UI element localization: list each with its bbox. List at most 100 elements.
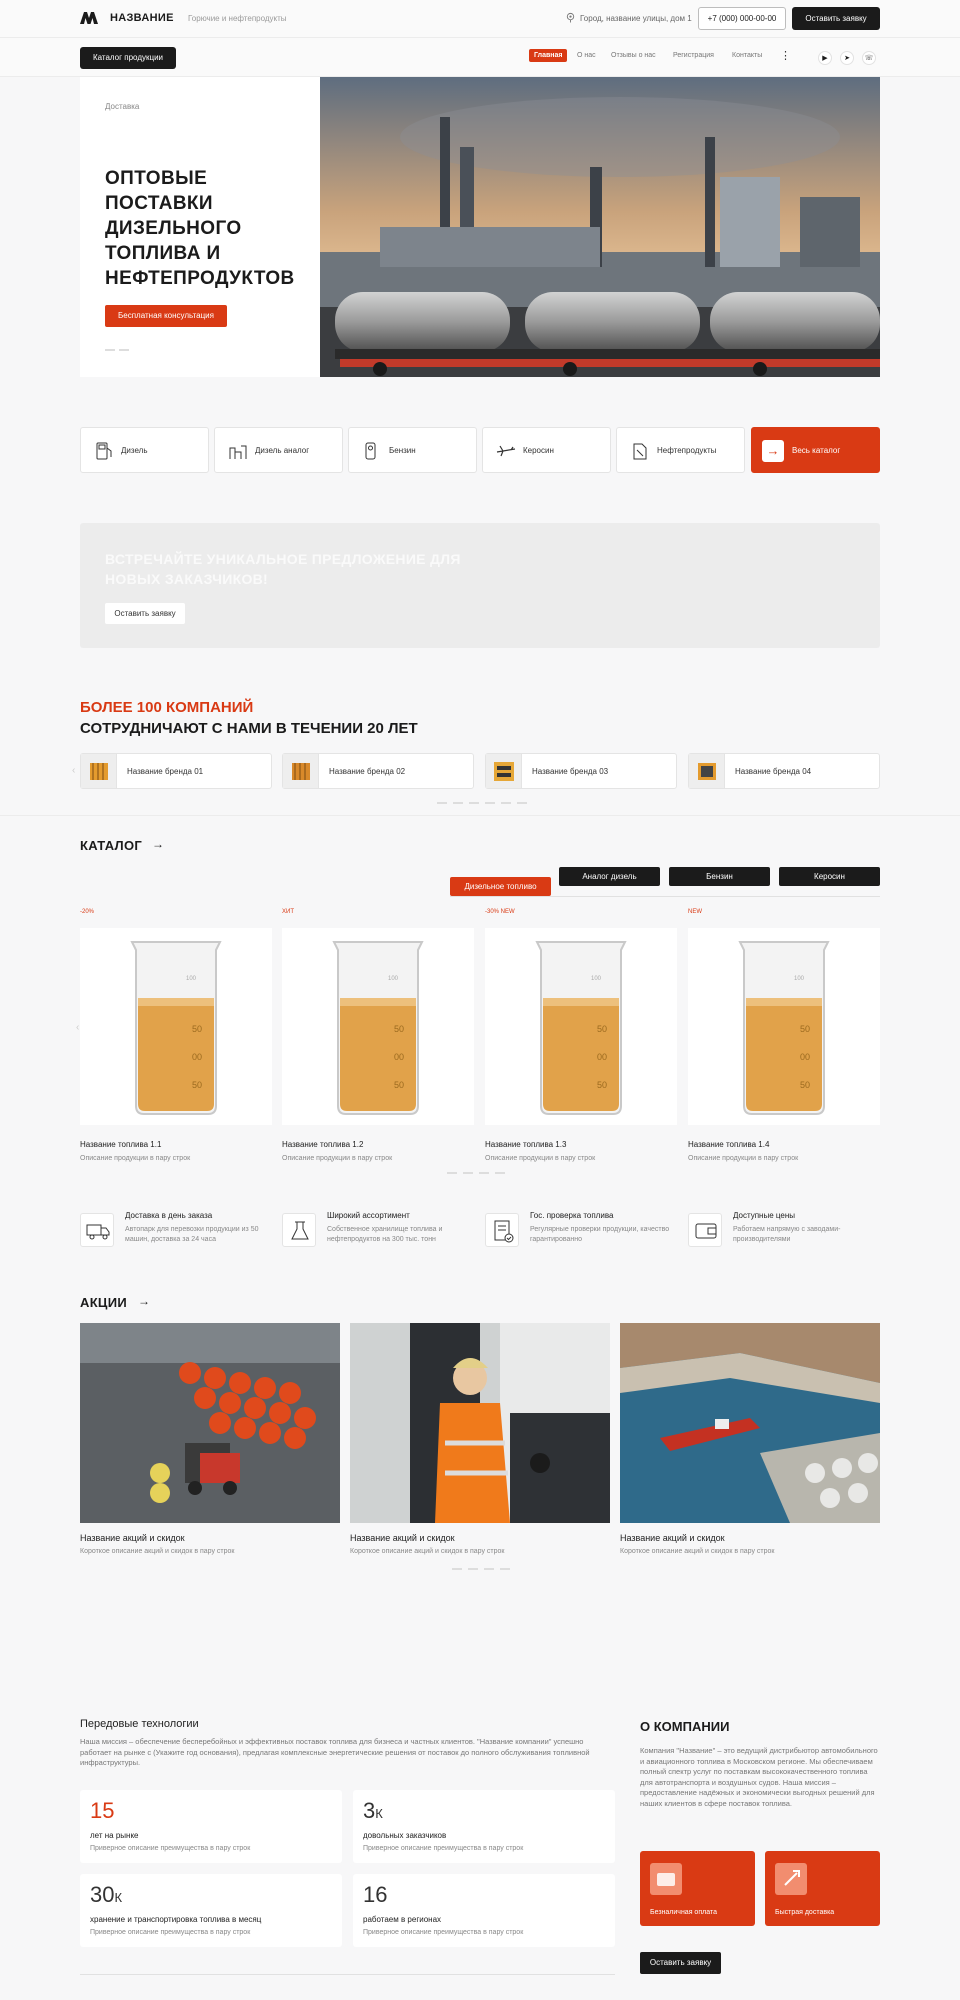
- category-label: Нефтепродукты: [657, 446, 717, 455]
- promo-title: ВСТРЕЧАЙТЕ УНИКАЛЬНОЕ ПРЕДЛОЖЕНИЕ ДЛЯ НО…: [105, 551, 461, 587]
- catalog-slider-dots[interactable]: [447, 1172, 511, 1174]
- product-image: 50 00 50 100: [282, 928, 474, 1125]
- action-name: Название акций и скидок: [80, 1533, 185, 1543]
- hero-crumb[interactable]: Доставка: [105, 102, 139, 111]
- document-check-icon: [485, 1213, 519, 1247]
- youtube-icon[interactable]: ▶: [818, 51, 832, 65]
- partners-slider-dots[interactable]: [437, 802, 533, 804]
- promo-request-button[interactable]: Оставить заявку: [105, 603, 185, 624]
- tab-diesel-analog[interactable]: Аналог дизель: [559, 867, 660, 886]
- actions-title[interactable]: АКЦИИ: [80, 1295, 127, 1310]
- brand-card[interactable]: Название бренда 02: [282, 753, 474, 789]
- arrow-right-icon[interactable]: →: [152, 837, 164, 851]
- stat-number: 15: [90, 1798, 115, 1823]
- nav-item-home[interactable]: Главная: [529, 49, 568, 62]
- category-petrol[interactable]: Бензин: [348, 427, 477, 473]
- whatsapp-icon[interactable]: ☏: [862, 51, 876, 65]
- product-badges: NEW: [688, 909, 702, 915]
- product-image: 50 00 50 100: [688, 928, 880, 1125]
- divider: [80, 1974, 615, 1975]
- phone-button[interactable]: +7 (000) 000-00-00: [698, 7, 786, 30]
- tech-title: Передовые технологии: [80, 1718, 199, 1730]
- stat-desc: Приверное описание преимущества в пару с…: [363, 1845, 524, 1852]
- feature-desc: Собственное хранилище топлива и нефтепро…: [327, 1226, 443, 1243]
- tab-diesel[interactable]: Дизельное топливо: [450, 877, 551, 896]
- feature-title: Гос. проверка топлива: [530, 1211, 614, 1220]
- consultation-button[interactable]: Бесплатная консультация: [105, 305, 227, 327]
- location-pin-icon: [566, 12, 575, 23]
- more-menu-icon[interactable]: ⋮: [780, 49, 791, 62]
- catalog-menu-button[interactable]: Каталог продукции: [80, 47, 176, 69]
- category-diesel-analog[interactable]: Дизель аналог: [214, 427, 343, 473]
- category-label: Дизель: [121, 446, 148, 455]
- hero-title: ОПТОВЫЕ ПОСТАВКИ ДИЗЕЛЬНОГО ТОПЛИВА И НЕ…: [105, 168, 295, 289]
- product-name: Название топлива 1.3: [485, 1140, 567, 1149]
- about-title: О КОМПАНИИ: [640, 1719, 730, 1734]
- feature-desc: Регулярные проверки продукции, качество …: [530, 1226, 670, 1243]
- svg-text:50: 50: [394, 1080, 404, 1090]
- feature-title: Широкий ассортимент: [327, 1211, 410, 1220]
- fast-delivery-card[interactable]: Быстрая доставка: [765, 1851, 880, 1926]
- svg-text:00: 00: [192, 1052, 202, 1062]
- product-desc: Описание продукции в пару строк: [282, 1155, 393, 1162]
- arrow-right-icon[interactable]: →: [138, 1294, 150, 1308]
- all-catalog-button[interactable]: → Весь каталог: [751, 427, 880, 473]
- svg-text:50: 50: [597, 1024, 607, 1034]
- product-name: Название топлива 1.4: [688, 1140, 770, 1149]
- feature-title: Доступные цены: [733, 1211, 795, 1220]
- product-image: 50 00 50 100: [485, 928, 677, 1125]
- action-desc: Короткое описание акций и скидок в пару …: [80, 1548, 235, 1555]
- category-label: Керосин: [523, 446, 554, 455]
- stat-desc: Приверное описание преимущества в пару с…: [90, 1929, 251, 1936]
- actions-slider-dots[interactable]: [452, 1568, 516, 1570]
- about-request-button[interactable]: Оставить заявку: [640, 1952, 721, 1974]
- svg-text:00: 00: [800, 1052, 810, 1062]
- brand-card[interactable]: Название бренда 01: [80, 753, 272, 789]
- feature-desc: Работаем напрямую с заводами-производите…: [733, 1226, 841, 1243]
- partners-title-red: БОЛЕЕ 100 КОМПАНИЙ: [80, 699, 254, 716]
- stat-desc: Приверное описание преимущества в пару с…: [363, 1929, 524, 1936]
- nav-item-contacts[interactable]: Контакты: [732, 52, 762, 59]
- category-diesel[interactable]: Дизель: [80, 427, 209, 473]
- tab-petrol[interactable]: Бензин: [669, 867, 770, 886]
- action-desc: Короткое описание акций и скидок в пару …: [620, 1548, 775, 1555]
- logo-name[interactable]: НАЗВАНИЕ: [110, 12, 174, 24]
- action-name: Название акций и скидок: [350, 1533, 455, 1543]
- tab-kerosene[interactable]: Керосин: [779, 867, 880, 886]
- brand-card[interactable]: Название бренда 04: [688, 753, 880, 789]
- product-image: 50 00 50 100: [80, 928, 272, 1125]
- divider: [0, 815, 960, 816]
- logo-icon[interactable]: [80, 12, 98, 24]
- nav-item-reviews[interactable]: Отзывы о нас: [611, 52, 656, 59]
- svg-text:50: 50: [192, 1080, 202, 1090]
- brand-card[interactable]: Название бренда 03: [485, 753, 677, 789]
- category-oil-products[interactable]: Нефтепродукты: [616, 427, 745, 473]
- slider-prev-icon[interactable]: ‹: [76, 1022, 79, 1033]
- arrow-right-icon: →: [762, 440, 784, 462]
- truck-icon: [80, 1213, 114, 1247]
- slider-prev-icon[interactable]: ‹: [72, 765, 75, 776]
- telegram-icon[interactable]: ➤: [840, 51, 854, 65]
- hero-slider-dots[interactable]: [105, 348, 135, 352]
- address-text: Город, название улицы, дом 1: [580, 14, 692, 23]
- feature-desc: Автопарк для перевозки продукции из 50 м…: [125, 1226, 259, 1243]
- nav-item-about[interactable]: О нас: [577, 52, 596, 59]
- tabs-divider: [450, 896, 880, 897]
- brand-name: Название бренда 02: [329, 767, 406, 776]
- brand-name: Название бренда 04: [735, 767, 812, 776]
- svg-text:100: 100: [794, 976, 805, 982]
- product-desc: Описание продукции в пару строк: [688, 1155, 799, 1162]
- cashless-payment-card[interactable]: Безналичная оплата: [640, 1851, 755, 1926]
- canister-icon: [633, 443, 647, 460]
- card-label: Безналичная оплата: [650, 1909, 717, 1916]
- request-button[interactable]: Оставить заявку: [792, 7, 880, 30]
- category-kerosene[interactable]: Керосин: [482, 427, 611, 473]
- product-name: Название топлива 1.2: [282, 1140, 364, 1149]
- all-catalog-label: Весь каталог: [792, 446, 841, 455]
- fuel-pump-icon: [96, 442, 112, 460]
- svg-text:00: 00: [394, 1052, 404, 1062]
- product-badges: -30% NEW: [485, 909, 515, 915]
- nav-item-registration[interactable]: Регистрация: [673, 52, 714, 59]
- catalog-title[interactable]: КАТАЛОГ: [80, 838, 142, 853]
- flask-icon: [282, 1213, 316, 1247]
